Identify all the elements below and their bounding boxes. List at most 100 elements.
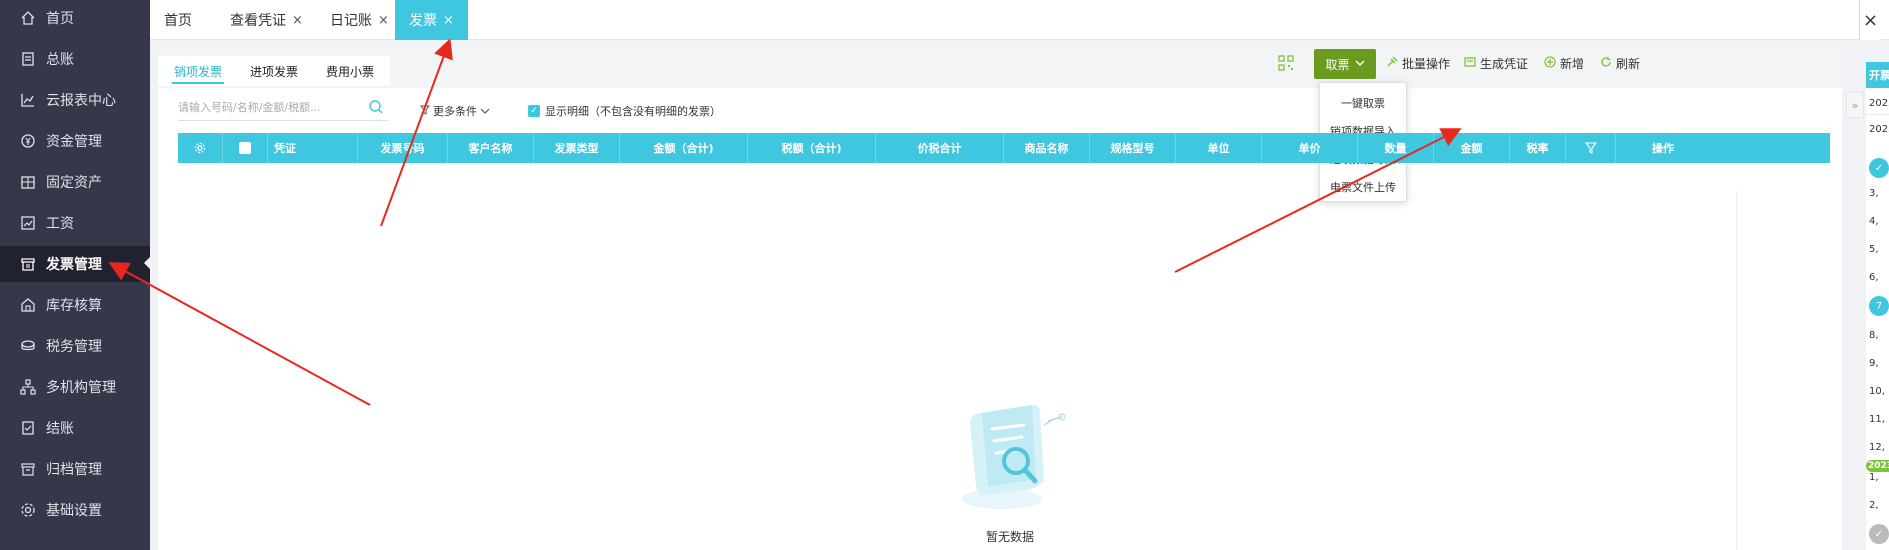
close-icon[interactable]: × — [292, 13, 303, 28]
sidebar-item-salary[interactable]: 工资 — [0, 205, 150, 241]
tab-label: 进项发票 — [250, 64, 299, 79]
sidebar-item-archive[interactable]: 归档管理 — [0, 451, 150, 487]
month-label[interactable]: 3, — [1866, 188, 1889, 199]
sidebar-item-label: 首页 — [46, 11, 74, 27]
column-header[interactable]: 价税合计 — [876, 133, 1004, 163]
year-badge: 2023 — [1866, 460, 1889, 472]
sidebar-item-ledger[interactable]: 总账 — [0, 41, 150, 77]
archive-icon — [20, 461, 36, 477]
tab-label: 销项发票 — [174, 64, 223, 79]
month-label[interactable]: 8, — [1866, 330, 1889, 341]
salary-icon — [20, 215, 36, 231]
column-header[interactable]: 发票号码 — [358, 133, 448, 163]
month-label[interactable]: 1, — [1866, 472, 1889, 483]
month-label[interactable]: 10, — [1866, 386, 1889, 397]
column-header[interactable]: 规格型号 — [1090, 133, 1176, 163]
month-label[interactable]: 5, — [1866, 244, 1889, 255]
close-icon[interactable]: × — [443, 13, 454, 28]
sub-tab-bar: 销项发票 进项发票 费用小票 — [158, 48, 1842, 88]
expand-panel-icon[interactable]: » — [1846, 92, 1864, 118]
column-header[interactable]: 金额 — [1434, 133, 1510, 163]
sidebar-item-inventory[interactable]: 库存核算 — [0, 287, 150, 323]
menu-item-one-click-take[interactable]: 一键取票 — [1320, 89, 1406, 117]
strip-header: 开票 — [1866, 62, 1889, 88]
tab-home[interactable]: 首页 — [150, 0, 206, 40]
batch-operation-button[interactable]: 批量操作 — [1386, 51, 1450, 75]
column-settings-icon[interactable] — [178, 133, 223, 163]
button-label: 批量操作 — [1402, 56, 1451, 71]
search-field — [178, 95, 388, 121]
column-header[interactable]: 单价 — [1262, 133, 1358, 163]
batch-icon — [1386, 55, 1398, 71]
tab-sales-invoice[interactable]: 销项发票 — [158, 56, 239, 86]
sidebar-item-multi-org[interactable]: 多机构管理 — [0, 369, 150, 405]
sidebar-item-invoice[interactable]: 发票管理 — [0, 246, 150, 282]
asset-icon — [20, 174, 36, 190]
button-label: 新增 — [1560, 56, 1585, 71]
home-icon — [20, 10, 36, 26]
tab-expense-receipt[interactable]: 费用小票 — [310, 56, 391, 86]
search-icon[interactable] — [368, 99, 384, 115]
sidebar-item-closing[interactable]: 结账 — [0, 410, 150, 446]
sidebar-item-basic-settings[interactable]: 基础设置 — [0, 492, 150, 528]
month-label[interactable]: 2, — [1866, 500, 1889, 511]
money-icon — [20, 133, 36, 149]
month-label[interactable]: 12, — [1866, 442, 1889, 453]
column-header[interactable]: 凭证 — [268, 133, 358, 163]
tab-invoice[interactable]: 发票 × — [395, 0, 468, 40]
column-filter-icon[interactable] — [1566, 133, 1616, 163]
chart-icon — [20, 92, 36, 108]
sidebar-item-label: 工资 — [46, 216, 74, 232]
sidebar-item-fixed-assets[interactable]: 固定资产 — [0, 164, 150, 200]
column-header[interactable]: 单位 — [1176, 133, 1262, 163]
voucher-icon — [1464, 56, 1476, 71]
column-header[interactable]: 发票类型 — [534, 133, 620, 163]
month-label[interactable]: 11, — [1866, 414, 1889, 425]
qr-code-icon[interactable] — [1278, 55, 1294, 71]
column-header[interactable]: 税率 — [1510, 133, 1566, 163]
sidebar-item-funds[interactable]: 资金管理 — [0, 123, 150, 159]
table-divider — [1736, 190, 1737, 550]
sidebar-item-label: 结账 — [46, 421, 74, 437]
sidebar-item-home[interactable]: 首页 — [0, 0, 150, 36]
column-header[interactable]: 数量 — [1358, 133, 1434, 163]
show-detail-option: ✓ 显示明细（不包含没有明细的发票） — [528, 103, 721, 119]
tab-label: 发票 — [409, 13, 437, 29]
column-header[interactable]: 金额（合计) — [620, 133, 748, 163]
column-header[interactable]: 客户名称 — [448, 133, 534, 163]
settings-icon — [20, 502, 36, 518]
sidebar-item-tax[interactable]: 税务管理 — [0, 328, 150, 364]
tab-label: 查看凭证 — [230, 13, 286, 29]
take-ticket-button[interactable]: 取票 — [1314, 49, 1376, 79]
sidebar-item-label: 税务管理 — [46, 339, 102, 355]
invoice-icon — [20, 256, 36, 272]
sidebar-item-label: 基础设置 — [46, 503, 102, 519]
more-conditions-toggle[interactable]: 更多条件 — [420, 103, 490, 119]
tab-journal[interactable]: 日记账 × — [316, 0, 403, 40]
close-all-tabs-icon[interactable]: × — [1859, 0, 1881, 40]
column-header[interactable]: 商品名称 — [1004, 133, 1090, 163]
select-all-checkbox[interactable] — [223, 133, 268, 163]
invoice-table-header: 凭证 发票号码 客户名称 发票类型 金额（合计) 税额（合计) 价税合计 商品名… — [178, 133, 1830, 163]
refresh-icon — [1600, 56, 1612, 71]
menu-item-e-invoice-upload[interactable]: 电票文件上传 — [1320, 173, 1406, 201]
column-header[interactable]: 税额（合计) — [748, 133, 876, 163]
sidebar-item-label: 云报表中心 — [46, 93, 116, 109]
show-detail-checkbox[interactable]: ✓ — [528, 105, 540, 117]
search-input[interactable] — [178, 95, 358, 119]
tab-purchase-invoice[interactable]: 进项发票 — [234, 56, 315, 86]
add-button[interactable]: 新增 — [1544, 51, 1584, 75]
month-label[interactable]: 9, — [1866, 358, 1889, 369]
close-icon[interactable]: × — [378, 13, 389, 28]
sidebar-item-report-center[interactable]: 云报表中心 — [0, 82, 150, 118]
column-header[interactable]: 操作 — [1616, 133, 1710, 163]
sidebar-item-label: 固定资产 — [46, 175, 102, 191]
tab-label: 首页 — [164, 13, 192, 29]
month-label[interactable]: 6, — [1866, 272, 1889, 283]
tab-view-voucher[interactable]: 查看凭证 × — [216, 0, 317, 40]
month-badge-active[interactable]: 7 — [1869, 296, 1889, 316]
generate-voucher-button[interactable]: 生成凭证 — [1464, 51, 1528, 75]
month-label[interactable]: 4, — [1866, 216, 1889, 227]
tab-label: 日记账 — [330, 13, 372, 29]
refresh-button[interactable]: 刷新 — [1600, 51, 1640, 75]
